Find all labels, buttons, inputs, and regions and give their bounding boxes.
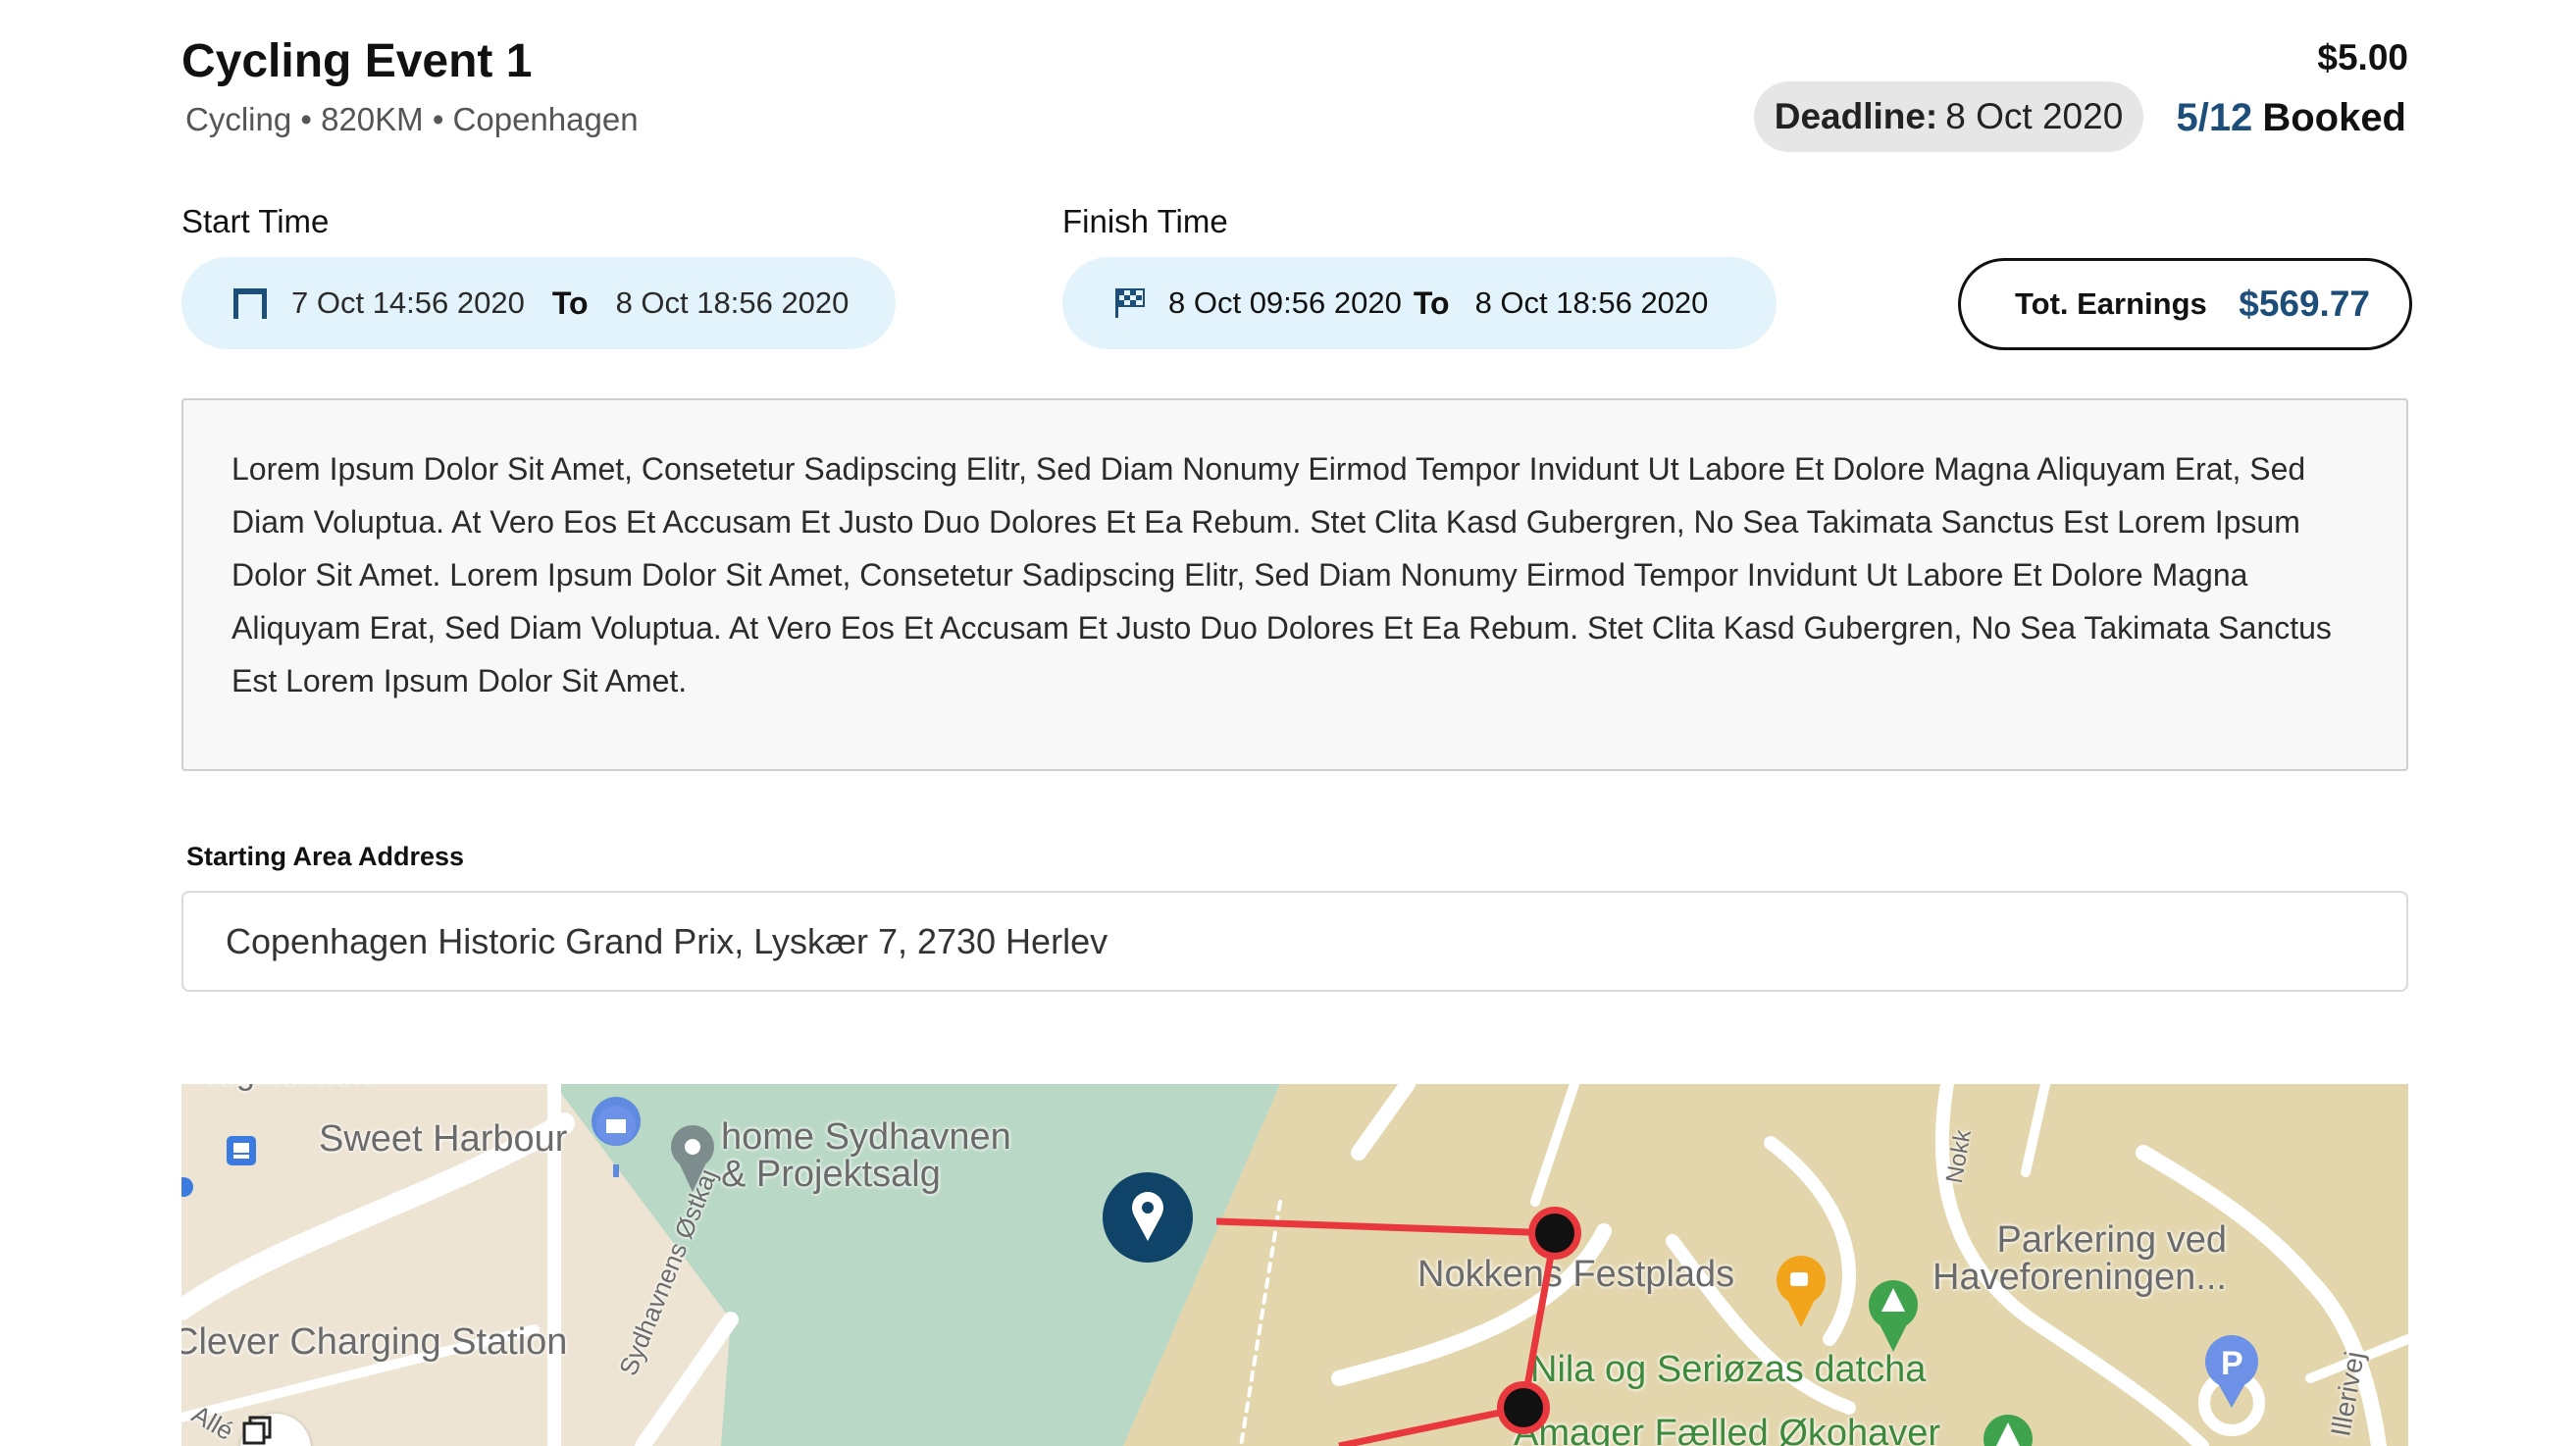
deadline-badge: Deadline: 8 Oct 2020 <box>1754 81 2143 152</box>
finish-time-label: Finish Time <box>1062 203 1228 239</box>
total-earnings-badge: Tot. Earnings $569.77 <box>1958 258 2412 350</box>
map-label-amager: Amager Fælled Økohaver <box>1514 1413 1941 1446</box>
start-time-label: Start Time <box>181 203 330 239</box>
map-label-parkering: Parkering ved Haveforeningen... <box>1932 1221 2227 1296</box>
checkered-flag-icon <box>1113 286 1147 320</box>
total-earnings-value: $569.77 <box>2239 284 2370 324</box>
map-label-parkering-line1: Parkering ved <box>1996 1219 2227 1261</box>
map-label-home-line2: & Projektsalg <box>721 1154 941 1195</box>
starting-address-field[interactable] <box>181 891 2408 992</box>
flag-icon <box>231 285 270 321</box>
map-label-nokkens: Nokkens Festplads <box>1417 1254 1735 1295</box>
starting-address-label: Starting Area Address <box>186 842 465 871</box>
map-label-charging: Clever Charging Station <box>181 1321 568 1363</box>
finish-time-to-label: To <box>1413 284 1450 321</box>
booked-count: 5/12 <box>2176 96 2253 139</box>
start-time-to: 8 Oct 18:56 2020 <box>615 285 850 320</box>
map-label-road-top: Teglholmen <box>201 1084 372 1093</box>
event-title: Cycling Event 1 <box>181 35 533 87</box>
deadline-value: 8 Oct 2020 <box>1945 96 2124 136</box>
map-label-home: home Sydhavnen & Projektsalg <box>721 1118 1011 1193</box>
route-map[interactable]: Teglholmen Sweet Harbour home Sydhavnen … <box>181 1084 2408 1446</box>
map-label-sweet-harbour: Sweet Harbour <box>319 1118 568 1160</box>
map-label-home-line1: home Sydhavnen <box>721 1116 1011 1158</box>
event-price: $5.00 <box>2317 37 2408 77</box>
map-label-nila: Nila og Seriøzas datcha <box>1530 1349 1927 1390</box>
map-label-parkering-line2: Haveforeningen... <box>1932 1257 2227 1298</box>
finish-time-to: 8 Oct 18:56 2020 <box>1474 285 1709 320</box>
total-earnings-label: Tot. Earnings <box>2015 286 2207 321</box>
start-time-to-label: To <box>551 284 589 321</box>
start-time-from: 7 Oct 14:56 2020 <box>291 285 525 320</box>
event-subtitle: Cycling • 820KM • Copenhagen <box>185 101 639 137</box>
event-header: Cycling Event 1 Cycling • 820KM • Copenh… <box>181 29 2408 157</box>
booked-label: Booked <box>2262 96 2406 139</box>
start-time-range: 7 Oct 14:56 2020 To 8 Oct 18:56 2020 <box>181 257 896 349</box>
deadline-label: Deadline: <box>1774 96 1938 136</box>
event-description: Lorem Ipsum Dolor Sit Amet, Consetetur S… <box>181 398 2408 771</box>
finish-time-from: 8 Oct 09:56 2020 <box>1168 285 1402 320</box>
booked-status: 5/12 Booked <box>2176 96 2406 140</box>
finish-time-range: 8 Oct 09:56 2020 To 8 Oct 18:56 2020 <box>1062 257 1777 349</box>
